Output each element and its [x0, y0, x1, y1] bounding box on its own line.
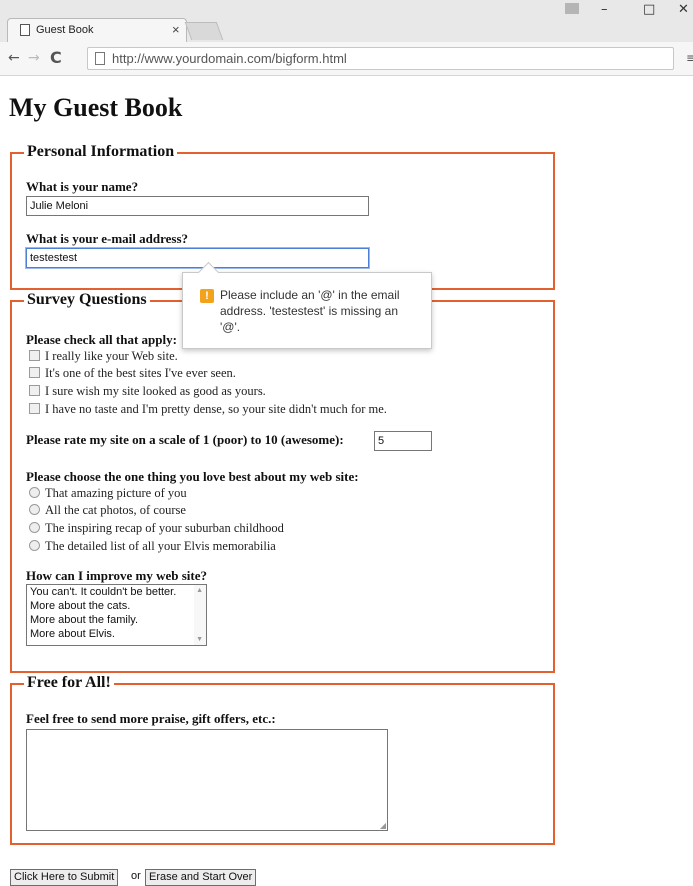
checkbox[interactable]: [29, 403, 40, 414]
radio-option[interactable]: The inspiring recap of your suburban chi…: [29, 521, 284, 536]
checkbox-option[interactable]: I have no taste and I'm pretty dense, so…: [29, 402, 387, 417]
maximize-button[interactable]: □: [643, 2, 655, 17]
radio-button[interactable]: [29, 540, 40, 551]
email-label: What is your e-mail address?: [26, 231, 189, 246]
radio-label: All the cat photos, of course: [45, 503, 186, 517]
tab-title: Guest Book: [36, 24, 94, 36]
browser-tab[interactable]: Guest Book ×: [7, 18, 187, 42]
page-icon: [95, 52, 105, 65]
close-window-button[interactable]: ✕: [678, 2, 689, 17]
radio-label: The detailed list of all your Elvis memo…: [45, 539, 276, 553]
checkbox-option[interactable]: I really like your Web site.: [29, 349, 178, 364]
checkbox-option[interactable]: It's one of the best sites I've ever see…: [29, 366, 236, 381]
comments-label: Feel free to send more praise, gift offe…: [26, 711, 276, 726]
email-input[interactable]: testestest: [26, 248, 369, 268]
checkbox-label: I sure wish my site looked as good as yo…: [45, 384, 266, 398]
radio-option[interactable]: That amazing picture of you: [29, 486, 187, 501]
validation-tooltip: ! Please include an '@' in the email add…: [182, 272, 432, 349]
radio-option[interactable]: All the cat photos, of course: [29, 503, 186, 518]
arrow-right-icon[interactable]: →: [28, 50, 40, 66]
url-text[interactable]: http://www.yourdomain.com/bigform.html: [112, 51, 347, 66]
list-option[interactable]: More about the family.: [30, 614, 138, 626]
free-for-all-fieldset: Free for All! Feel free to send more pra…: [10, 674, 555, 845]
radio-button[interactable]: [29, 504, 40, 515]
name-input[interactable]: Julie Meloni: [26, 196, 369, 216]
list-option[interactable]: More about Elvis.: [30, 628, 115, 640]
checkbox[interactable]: [29, 367, 40, 378]
list-scrollbar[interactable]: ▲ ▼: [194, 585, 206, 645]
checkbox[interactable]: [29, 350, 40, 361]
radio-option[interactable]: The detailed list of all your Elvis memo…: [29, 539, 276, 554]
page-title: My Guest Book: [9, 93, 183, 122]
radio-label: The inspiring recap of your suburban chi…: [45, 521, 284, 535]
minimize-button[interactable]: –: [601, 2, 608, 17]
address-bar[interactable]: http://www.yourdomain.com/bigform.html: [87, 47, 674, 70]
checkbox-label: It's one of the best sites I've ever see…: [45, 366, 236, 380]
tab-close-icon[interactable]: ×: [172, 22, 180, 37]
comments-textarea[interactable]: ◢: [26, 729, 388, 831]
scroll-down-icon[interactable]: ▼: [196, 636, 203, 643]
browser-toolbar: ← → C http://www.yourdomain.com/bigform.…: [0, 42, 693, 76]
list-option[interactable]: You can't. It couldn't be better.: [30, 586, 176, 598]
browser-titlebar: Guest Book × – □ ✕: [0, 0, 693, 42]
user-profile-icon[interactable]: [565, 3, 579, 14]
fieldset-legend: Survey Questions: [24, 291, 150, 309]
checkbox[interactable]: [29, 385, 40, 396]
personal-information-fieldset: Personal Information What is your name? …: [10, 143, 555, 290]
fieldset-legend: Personal Information: [24, 143, 178, 161]
arrow-left-icon[interactable]: ←: [8, 50, 20, 66]
list-option[interactable]: More about the cats.: [30, 600, 130, 612]
name-label: What is your name?: [26, 179, 139, 194]
submit-button[interactable]: Click Here to Submit: [10, 869, 119, 886]
warning-icon: !: [200, 289, 214, 303]
checkbox-option[interactable]: I sure wish my site looked as good as yo…: [29, 384, 266, 399]
improve-select-list[interactable]: You can't. It couldn't be better. More a…: [26, 584, 207, 646]
radio-button[interactable]: [29, 522, 40, 533]
improve-label: How can I improve my web site?: [26, 568, 208, 583]
checkbox-label: I have no taste and I'm pretty dense, so…: [45, 402, 387, 416]
radio-label: That amazing picture of you: [45, 486, 187, 500]
fieldset-legend: Free for All!: [24, 674, 114, 692]
checkbox-label: I really like your Web site.: [45, 349, 178, 363]
page-icon: [20, 24, 30, 36]
radio-group-label: Please choose the one thing you love bes…: [26, 469, 359, 484]
rating-input[interactable]: 5: [374, 431, 432, 451]
resize-grip-icon[interactable]: ◢: [380, 821, 386, 830]
reload-icon[interactable]: C: [50, 48, 62, 67]
validation-message: Please include an '@' in the email addre…: [220, 288, 400, 334]
reset-button[interactable]: Erase and Start Over: [145, 869, 257, 886]
scroll-up-icon[interactable]: ▲: [196, 587, 203, 594]
new-tab-button[interactable]: [184, 22, 224, 40]
hamburger-menu-icon[interactable]: ≡: [686, 51, 693, 65]
rating-label: Please rate my site on a scale of 1 (poo…: [26, 432, 344, 447]
radio-button[interactable]: [29, 487, 40, 498]
or-text: or: [131, 870, 141, 882]
survey-questions-fieldset: Survey Questions Please check all that a…: [10, 291, 555, 673]
checkbox-group-label: Please check all that apply:: [26, 332, 177, 347]
